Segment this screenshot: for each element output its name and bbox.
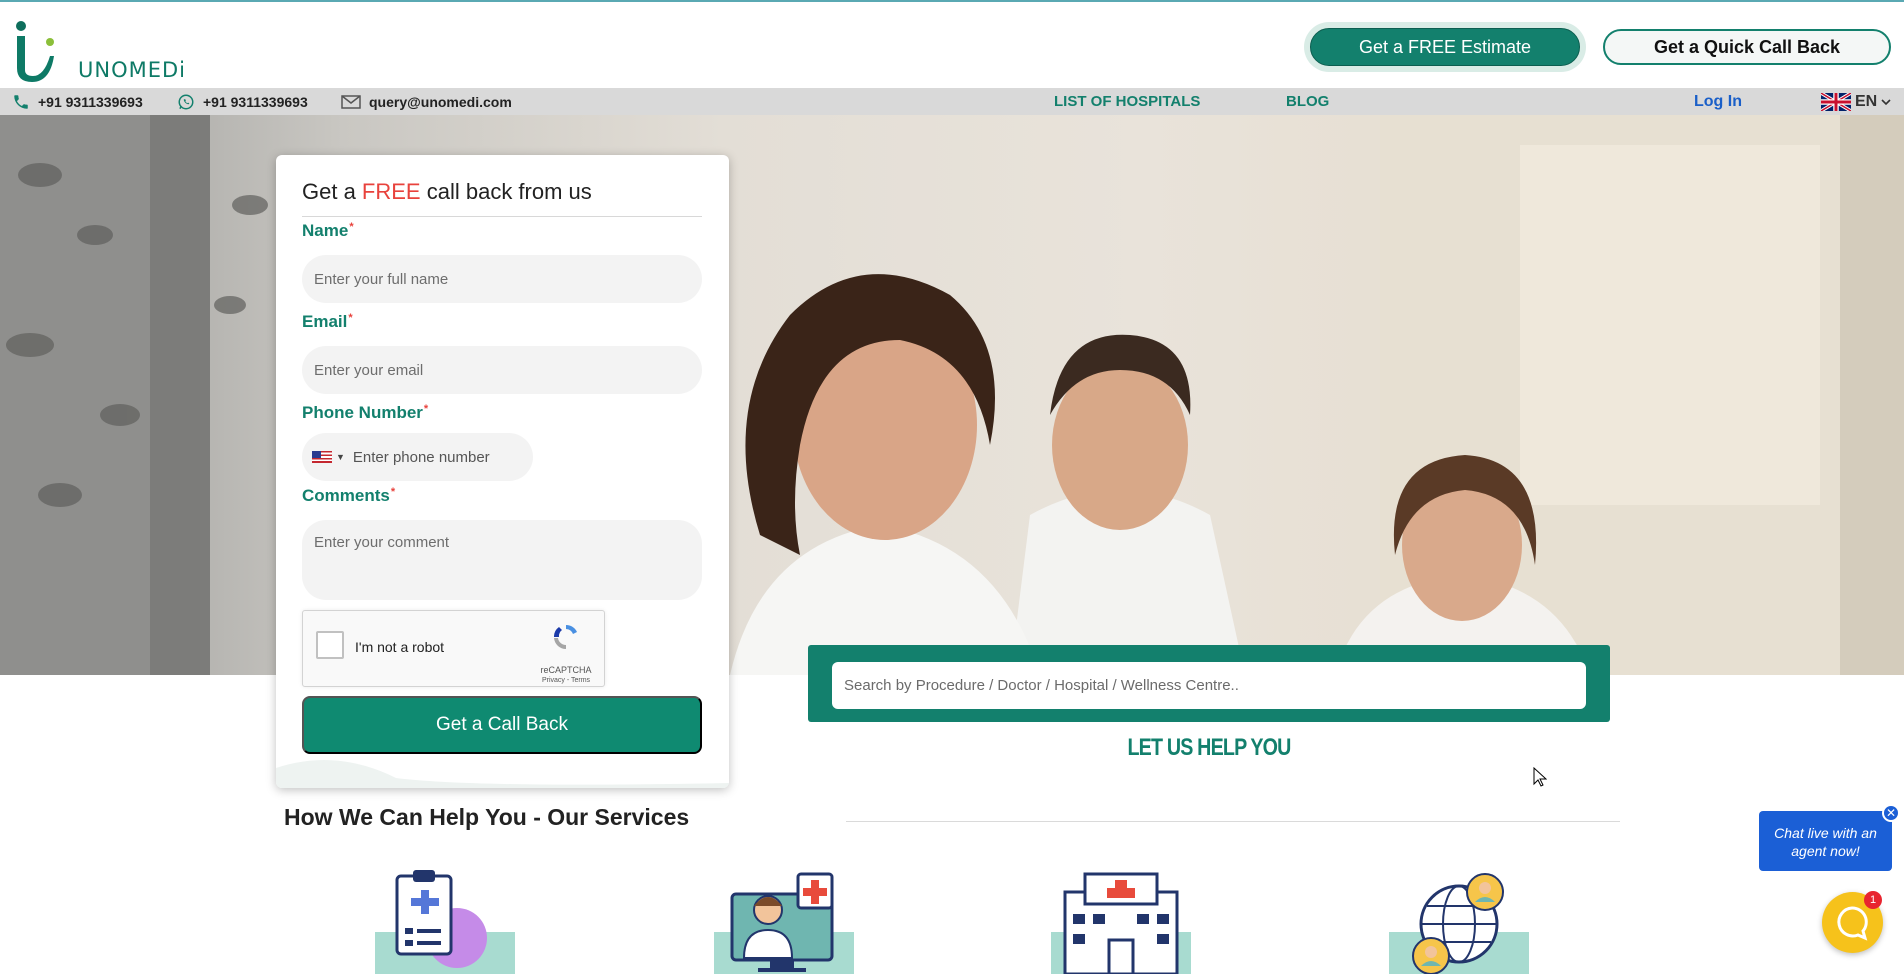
recaptcha-privacy-terms[interactable]: Privacy - Terms [535, 677, 597, 684]
chat-invite-bubble[interactable]: Chat live with an agent now! [1759, 811, 1892, 871]
quick-call-back-button[interactable]: Get a Quick Call Back [1603, 29, 1891, 65]
nav-blog[interactable]: BLOG [1286, 88, 1329, 115]
email-address: query@unomedi.com [369, 93, 512, 110]
recaptcha-label: I'm not a robot [355, 639, 445, 655]
service-card-global-network[interactable] [1389, 870, 1529, 974]
login-link[interactable]: Log In [1694, 88, 1742, 115]
whatsapp-number: +91 9311339693 [203, 93, 308, 110]
free-estimate-label: Get a FREE Estimate [1310, 28, 1580, 66]
logo-wordmark: UNOMEDi [78, 58, 187, 82]
help-divider [846, 821, 1620, 822]
whatsapp-contact[interactable]: +91 9311339693 [177, 88, 308, 115]
free-estimate-button[interactable]: Get a FREE Estimate [1304, 22, 1586, 72]
nav-list-of-hospitals[interactable]: LIST OF HOSPITALS [1054, 88, 1200, 115]
whatsapp-icon [178, 94, 194, 109]
service-card-hospitals[interactable] [1051, 870, 1191, 974]
recaptcha-brand: reCAPTCHA [540, 665, 592, 675]
services-heading: How We Can Help You - Our Services [284, 804, 690, 830]
email-label: Email* [302, 312, 353, 331]
site-header: UNOMEDi Get a FREE Estimate Get a Quick … [0, 2, 1904, 88]
email-contact[interactable]: query@unomedi.com [341, 88, 512, 115]
email-input[interactable]: Enter your email [302, 346, 702, 394]
search-panel: Search by Procedure / Doctor / Hospital … [808, 645, 1610, 722]
us-flag-icon[interactable] [312, 451, 332, 463]
let-us-help-heading: LET US HELP YOU [1127, 734, 1291, 761]
form-title: Get a FREE call back from us [302, 179, 592, 204]
chat-close-icon[interactable]: ✕ [1882, 804, 1900, 822]
hospital-building-icon [1063, 872, 1179, 974]
globe-people-icon [1412, 873, 1504, 974]
phone-placeholder: Enter phone number [352, 448, 490, 466]
uk-flag-icon [1821, 92, 1851, 111]
recaptcha-widget: I'm not a robot reCAPTCHA Privacy - Term… [302, 610, 605, 687]
mouse-pointer-icon [1533, 767, 1547, 787]
chevron-down-icon [1881, 98, 1891, 105]
recaptcha-logo-icon [553, 624, 577, 650]
name-input[interactable]: Enter your full name [302, 255, 702, 303]
phone-number: +91 9311339693 [38, 93, 143, 110]
card-decorative-wave [276, 760, 729, 788]
form-divider [302, 216, 702, 217]
phone-label: Phone Number* [302, 403, 429, 422]
recaptcha-checkbox[interactable] [316, 631, 344, 659]
mail-icon [341, 94, 361, 109]
service-card-online-consult[interactable] [714, 870, 854, 974]
service-card-medical-records[interactable] [375, 870, 515, 974]
search-input[interactable]: Search by Procedure / Doctor / Hospital … [832, 662, 1586, 709]
logo-mark-icon [16, 21, 54, 82]
language-selector[interactable]: EN [1821, 88, 1891, 115]
phone-input[interactable]: ▼ Enter phone number [302, 433, 533, 481]
name-label: Name* [302, 221, 354, 240]
contact-info-bar: +91 9311339693 +91 9311339693 query@unom… [0, 88, 1904, 115]
get-call-back-button[interactable]: Get a Call Back [302, 696, 702, 754]
comments-textarea[interactable]: Enter your comment [302, 520, 702, 600]
language-code: EN [1855, 92, 1878, 110]
clipboard-medical-icon [395, 870, 487, 968]
doctor-monitor-icon [730, 872, 834, 972]
phone-contact[interactable]: +91 9311339693 [12, 88, 143, 115]
unomedi-logo[interactable]: UNOMEDi [14, 20, 185, 82]
phone-icon [14, 94, 28, 109]
callback-form: Get a FREE call back from us Name* Enter… [276, 155, 729, 788]
comments-label: Comments* [302, 486, 396, 505]
chat-unread-badge: 1 [1864, 891, 1882, 909]
country-dropdown-icon[interactable]: ▼ [336, 452, 345, 462]
